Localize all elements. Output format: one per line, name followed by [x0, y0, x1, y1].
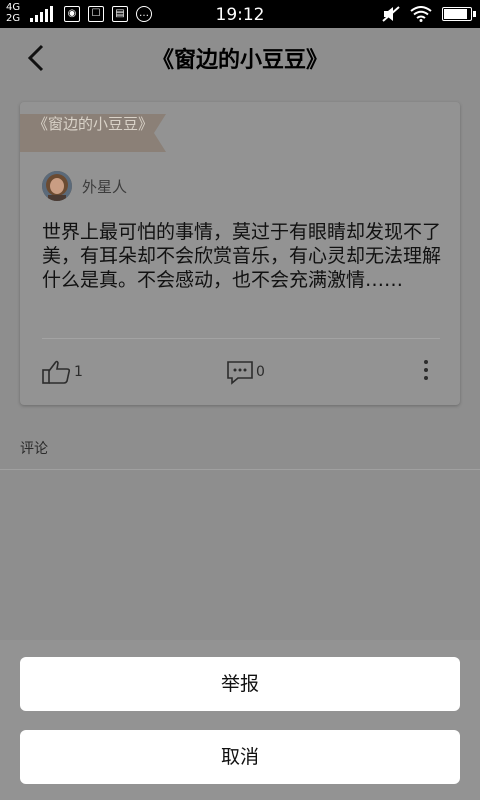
more-options-icon[interactable] — [422, 360, 430, 384]
comment-button[interactable]: 0 — [226, 354, 265, 390]
comment-count: 0 — [256, 364, 265, 380]
back-arrow-icon[interactable] — [22, 42, 54, 74]
battery-icon — [442, 7, 476, 21]
card-actions: 1 0 — [20, 354, 460, 390]
book-ribbon: 《窗边的小豆豆》 — [20, 114, 166, 152]
thumbs-up-icon — [42, 360, 71, 384]
mute-icon — [382, 6, 400, 22]
comments-divider — [0, 469, 480, 470]
avatar[interactable] — [42, 171, 72, 201]
post-card: 《窗边的小豆豆》 外星人 世界上最可怕的事情，莫过于有眼睛却发现不了美，有耳朵却… — [20, 102, 460, 405]
post-content: 世界上最可怕的事情，莫过于有眼睛却发现不了美，有耳朵却不会欣赏音乐，有心灵却无法… — [42, 221, 442, 291]
wifi-icon — [410, 6, 432, 22]
status-bar: 4G 2G ◉ ☐ ▤ … 19:12 — [0, 0, 480, 28]
like-count: 1 — [74, 364, 83, 380]
ribbon-book-title: 《窗边的小豆豆》 — [32, 115, 153, 133]
author-row[interactable]: 外星人 — [42, 170, 127, 202]
page-title: 《窗边的小豆豆》 — [151, 48, 328, 73]
avatar-image — [42, 171, 72, 201]
page-header: 《窗边的小豆豆》 — [0, 28, 480, 88]
card-divider — [42, 338, 440, 339]
battery-fill — [444, 9, 467, 19]
like-button[interactable]: 1 — [42, 354, 83, 390]
cancel-button[interactable]: 取消 — [20, 730, 460, 784]
comments-section-label: 评论 — [20, 441, 48, 457]
report-button[interactable]: 举报 — [20, 657, 460, 711]
comment-icon — [227, 361, 253, 385]
author-name[interactable]: 外星人 — [82, 176, 127, 197]
